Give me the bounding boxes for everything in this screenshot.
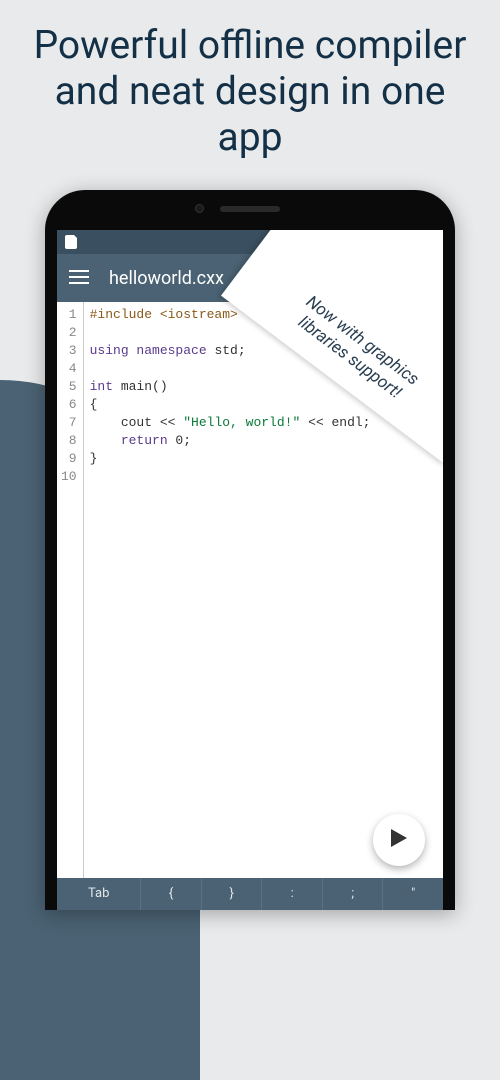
- symbol-toolbar: Tab { } : ; ": [57, 878, 443, 910]
- phone-camera: [195, 204, 204, 213]
- phone-frame: LTE 5:55 helloworld.cxx: [45, 190, 455, 910]
- brace-close-key[interactable]: }: [202, 878, 263, 910]
- sd-card-icon: [65, 235, 77, 249]
- phone-screen: LTE 5:55 helloworld.cxx: [57, 230, 443, 910]
- semicolon-key[interactable]: ;: [323, 878, 384, 910]
- phone-speaker: [220, 206, 280, 212]
- brace-open-key[interactable]: {: [141, 878, 202, 910]
- play-icon: [391, 829, 407, 851]
- quote-key[interactable]: ": [383, 878, 443, 910]
- tab-key[interactable]: Tab: [57, 878, 141, 910]
- promo-headline: Powerful offline compiler and neat desig…: [0, 0, 500, 170]
- run-button[interactable]: [373, 814, 425, 866]
- line-gutter: 1 2 3 4 5 6 7 8 9 10: [57, 302, 84, 878]
- menu-icon[interactable]: [69, 269, 89, 288]
- colon-key[interactable]: :: [262, 878, 323, 910]
